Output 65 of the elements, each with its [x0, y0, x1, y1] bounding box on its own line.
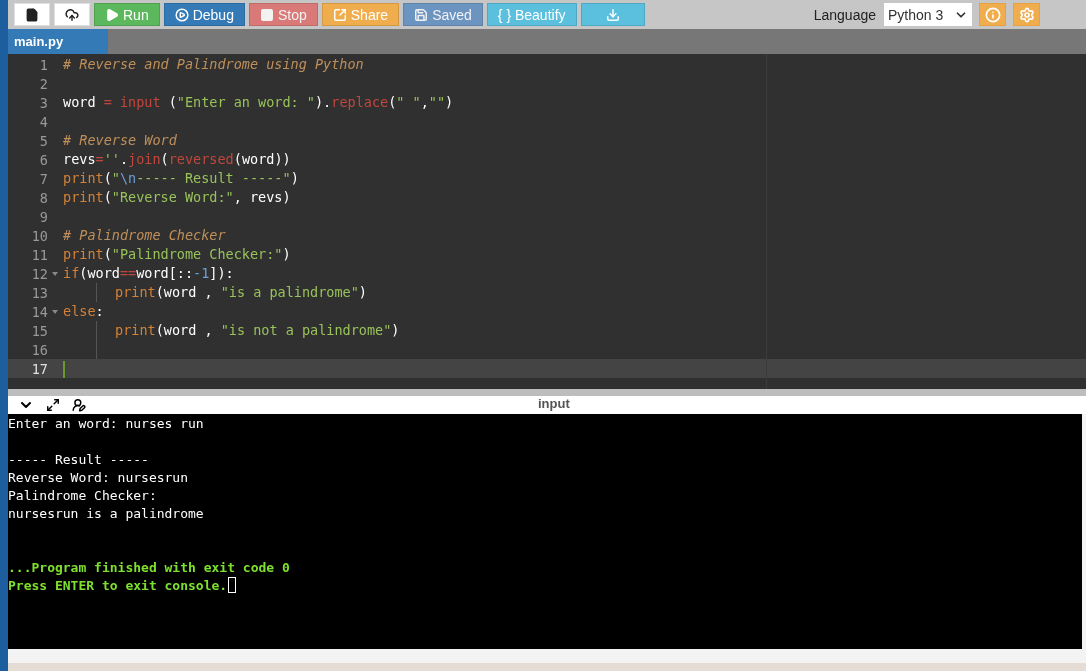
code-line: if(word==word[::-1]): — [62, 264, 234, 283]
console-text: Enter an word: nurses run — [8, 415, 204, 431]
code-line: print(word , "is a palindrome") — [62, 283, 367, 302]
line-number: 3 — [38, 94, 48, 111]
line-number: 16 — [30, 341, 48, 358]
share-button[interactable]: Share — [321, 3, 400, 26]
text-cursor — [63, 360, 65, 378]
download-icon — [605, 7, 620, 22]
expand-icon[interactable] — [46, 398, 60, 412]
line-number: 2 — [38, 75, 48, 92]
console-prompt: Press ENTER to exit console. — [8, 577, 228, 593]
code-line: # Reverse Word — [62, 131, 177, 150]
indent-guide — [96, 340, 97, 359]
line-number: 5 — [38, 132, 48, 149]
line-number: 1 — [38, 56, 48, 73]
file-icon — [25, 7, 39, 22]
play-circle-icon — [174, 7, 189, 22]
settings-button[interactable] — [1013, 3, 1040, 26]
code-line: revs=''.join(reversed(word)) — [62, 150, 291, 169]
line-number: 14 — [30, 303, 48, 320]
code-line: # Palindrome Checker — [62, 226, 226, 245]
line-number: 7 — [38, 170, 48, 187]
console-title: input — [538, 396, 570, 411]
fold-icon[interactable] — [52, 271, 58, 276]
language-label: Language — [813, 6, 876, 23]
code-line: # Reverse and Palindrome using Python — [62, 55, 364, 74]
language-select[interactable]: Python 3 — [884, 3, 972, 26]
console-text: Reverse Word: nursesrun — [8, 469, 188, 485]
line-number: 13 — [30, 284, 48, 301]
square-icon — [259, 7, 274, 22]
file-tab[interactable]: main.py — [8, 29, 108, 54]
play-icon — [105, 7, 119, 22]
line-number: 10 — [30, 227, 48, 244]
code-line: print("Reverse Word:", revs) — [62, 188, 291, 207]
info-button[interactable] — [979, 3, 1006, 26]
line-number: 12 — [30, 265, 48, 282]
code-line: print(word , "is not a palindrome") — [62, 321, 400, 340]
line-number: 6 — [38, 151, 48, 168]
line-number: 9 — [38, 208, 48, 225]
fold-icon[interactable] — [52, 309, 58, 314]
console-text: Palindrome Checker: — [8, 487, 157, 503]
line-number: 8 — [38, 189, 48, 206]
share-icon — [332, 7, 347, 22]
line-number: 17 — [30, 360, 48, 377]
line-number: 11 — [30, 246, 48, 263]
settings-icon — [1018, 6, 1035, 23]
block-cursor — [228, 577, 237, 593]
line-number: 15 — [30, 322, 48, 339]
debug-button[interactable]: Debug — [163, 3, 245, 26]
line-number: 4 — [38, 113, 48, 130]
code-line: word = input ("Enter an word: ").replace(" ","") — [62, 93, 454, 112]
cloud-upload-icon — [65, 7, 79, 22]
code-line: else: — [62, 302, 104, 321]
code-line: print("Palindrome Checker:") — [62, 245, 291, 264]
console-text: ----- Result ----- — [8, 451, 149, 467]
run-button[interactable]: Run — [94, 3, 160, 26]
user-icon[interactable] — [72, 398, 86, 412]
upload-button[interactable] — [54, 3, 90, 26]
console-text: nursesrun is a palindrome — [8, 505, 204, 521]
beautify-button[interactable]: { } Beautify — [486, 3, 577, 26]
download-button[interactable] — [580, 3, 645, 26]
console-status: ...Program finished with exit code 0 — [8, 559, 290, 575]
code-line: print("\n----- Result -----") — [62, 169, 299, 188]
info-icon — [984, 6, 1001, 23]
new-file-button[interactable] — [14, 3, 50, 26]
